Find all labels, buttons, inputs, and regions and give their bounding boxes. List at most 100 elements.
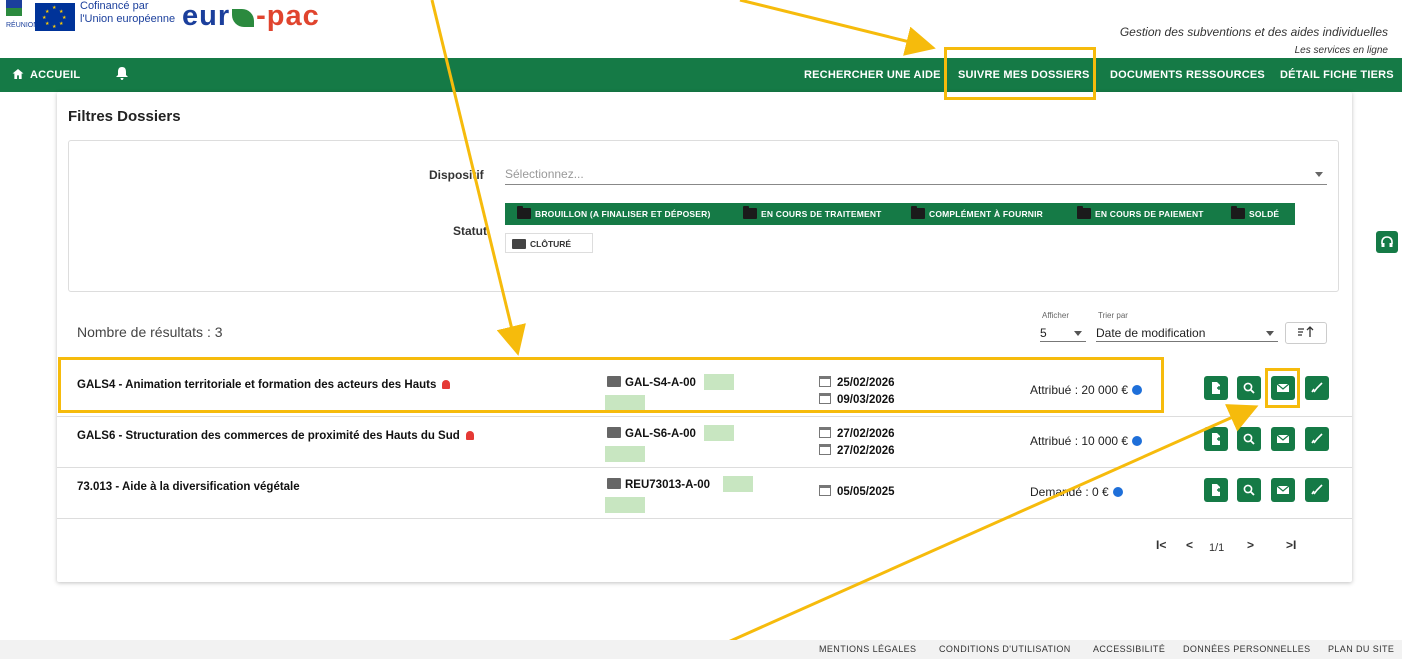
filters-title: Filtres Dossiers xyxy=(68,108,181,125)
view-button[interactable] xyxy=(1237,478,1261,502)
redacted-block xyxy=(723,476,753,492)
home-icon xyxy=(12,69,24,79)
afficher-label: Afficher xyxy=(1042,311,1069,320)
dispositif-select[interactable]: Sélectionnez... xyxy=(505,163,1327,185)
leaf-icon xyxy=(232,9,255,27)
signature-button[interactable] xyxy=(1305,427,1329,451)
dossier-row[interactable]: GALS6 - Structuration des commerces de p… xyxy=(57,417,1352,468)
search-icon xyxy=(1243,484,1255,496)
annotation-highlight-row xyxy=(58,357,1164,413)
site-footer: MENTIONS LÉGALES CONDITIONS D'UTILISATIO… xyxy=(0,640,1402,659)
pager-last-button[interactable]: >I xyxy=(1286,538,1296,552)
redacted-block xyxy=(605,497,645,513)
trier-label: Trier par xyxy=(1098,311,1128,320)
document-button[interactable] xyxy=(1204,427,1228,451)
date-depot: 27/02/2026 xyxy=(819,427,895,440)
signature-icon xyxy=(1311,382,1323,393)
site-header: RÉUNION ★ ★ ★ ★ ★ ★ ★ ★ Cofinancé par l'Union… xyxy=(0,0,1402,58)
nav-rechercher-aide[interactable]: RECHERCHER UNE AIDE xyxy=(804,58,941,92)
dossiers-card: Filtres Dossiers Dispositif Sélectionnez… xyxy=(57,92,1352,582)
folder-clock-icon xyxy=(743,206,757,219)
calendar-icon xyxy=(819,427,831,438)
info-icon[interactable] xyxy=(1112,487,1123,497)
document-button[interactable] xyxy=(1204,376,1228,400)
file-plus-icon xyxy=(1212,484,1221,496)
folder-alert-icon xyxy=(911,206,925,219)
footer-plan-du-site[interactable]: PLAN DU SITE xyxy=(1328,644,1394,654)
pager-first-button[interactable]: I< xyxy=(1156,538,1166,552)
statut-chip-brouillon[interactable]: BROUILLON (A FINALISER ET DÉPOSER) xyxy=(511,203,711,225)
montant: Demandé : 0 € xyxy=(1030,485,1123,499)
signature-button[interactable] xyxy=(1305,376,1329,400)
redacted-block xyxy=(704,425,734,441)
statut-chip-complement[interactable]: COMPLÉMENT À FOURNIR xyxy=(905,203,1043,225)
alert-bell-icon xyxy=(465,431,474,440)
afficher-select[interactable]: 5 xyxy=(1040,324,1086,342)
signature-button[interactable] xyxy=(1305,478,1329,502)
date-modification: 27/02/2026 xyxy=(819,444,895,457)
messages-button[interactable] xyxy=(1271,478,1295,502)
search-icon xyxy=(1243,433,1255,445)
dispositif-label: Dispositif xyxy=(429,168,484,182)
signature-icon xyxy=(1311,433,1323,444)
statut-chips: BROUILLON (A FINALISER ET DÉPOSER) EN CO… xyxy=(505,203,1327,255)
nav-detail-fiche-tiers[interactable]: DÉTAIL FICHE TIERS xyxy=(1280,58,1394,92)
pager-prev-button[interactable]: < xyxy=(1186,538,1193,552)
folder-check-icon xyxy=(1231,206,1245,219)
dossier-title[interactable]: GALS6 - Structuration des commerces de p… xyxy=(77,430,474,442)
main-nav: ACCUEIL RECHERCHER UNE AIDE SUIVRE MES D… xyxy=(0,58,1402,92)
signature-icon xyxy=(1311,484,1323,495)
mail-icon xyxy=(1277,485,1289,494)
annotation-highlight-mail-button xyxy=(1265,368,1300,408)
dossier-reference: REU73013-A-00 xyxy=(607,478,710,491)
chevron-down-icon xyxy=(1315,172,1323,177)
trier-select[interactable]: Date de modification xyxy=(1096,324,1278,342)
statut-chip-cloture[interactable]: CLÔTURÉ xyxy=(505,233,593,253)
footer-conditions-utilisation[interactable]: CONDITIONS D'UTILISATION xyxy=(939,644,1071,654)
help-button[interactable] xyxy=(1376,231,1398,253)
document-button[interactable] xyxy=(1204,478,1228,502)
site-subtagline: Les services en ligne xyxy=(1294,45,1388,56)
footer-donnees-personnelles[interactable]: DONNÉES PERSONNELLES xyxy=(1183,644,1311,654)
chevron-down-icon xyxy=(1266,331,1274,336)
notifications-bell-icon[interactable] xyxy=(116,58,128,92)
info-icon[interactable] xyxy=(1132,436,1143,446)
statut-chip-en-cours-traitement[interactable]: EN COURS DE TRAITEMENT xyxy=(737,203,882,225)
footer-mentions-legales[interactable]: MENTIONS LÉGALES xyxy=(819,644,916,654)
statut-chip-solde[interactable]: SOLDÉ xyxy=(1225,203,1279,225)
messages-button[interactable] xyxy=(1271,427,1295,451)
results-count: Nombre de résultats : 3 xyxy=(77,324,223,340)
view-button[interactable] xyxy=(1237,427,1261,451)
nav-documents-ressources[interactable]: DOCUMENTS RESSOURCES xyxy=(1110,58,1265,92)
mail-icon xyxy=(1277,434,1289,443)
site-tagline: Gestion des subventions et des aides ind… xyxy=(1119,25,1388,39)
redacted-block xyxy=(605,446,645,462)
eu-flag-icon: ★ ★ ★ ★ ★ ★ ★ ★ xyxy=(35,3,75,31)
file-plus-icon xyxy=(1212,433,1221,445)
chevron-down-icon xyxy=(1074,331,1082,336)
sort-order-icon xyxy=(1298,326,1314,337)
statut-chip-en-cours-paiement[interactable]: EN COURS DE PAIEMENT xyxy=(1071,203,1204,225)
folder-closed-icon xyxy=(512,239,526,249)
view-button[interactable] xyxy=(1237,376,1261,400)
sort-order-button[interactable] xyxy=(1285,322,1327,344)
pager-next-button[interactable]: > xyxy=(1247,538,1254,552)
calendar-clock-icon xyxy=(819,444,831,455)
pager-info: 1/1 xyxy=(1209,542,1225,554)
headset-icon xyxy=(1381,236,1393,247)
cofinancement-text: Cofinancé par l'Union européenne xyxy=(80,0,176,25)
europac-logo[interactable]: eur -pac xyxy=(182,0,320,32)
folder-edit-icon xyxy=(607,478,621,489)
folder-euro-icon xyxy=(1077,206,1091,219)
folder-edit-icon xyxy=(517,206,531,219)
search-icon xyxy=(1243,382,1255,394)
dossier-title[interactable]: 73.013 - Aide à la diversification végét… xyxy=(77,481,300,493)
file-plus-icon xyxy=(1212,382,1221,394)
filters-panel: Dispositif Sélectionnez... Statut BROUIL… xyxy=(68,140,1339,292)
region-reunion-logo: RÉUNION xyxy=(6,0,38,34)
annotation-highlight-nav xyxy=(944,47,1096,100)
footer-accessibilite[interactable]: ACCESSIBILITÉ xyxy=(1093,644,1165,654)
nav-home-link[interactable]: ACCUEIL xyxy=(12,58,80,92)
dossier-reference: GAL-S6-A-00 xyxy=(607,427,696,440)
dossier-row[interactable]: 73.013 - Aide à la diversification végét… xyxy=(57,468,1352,519)
